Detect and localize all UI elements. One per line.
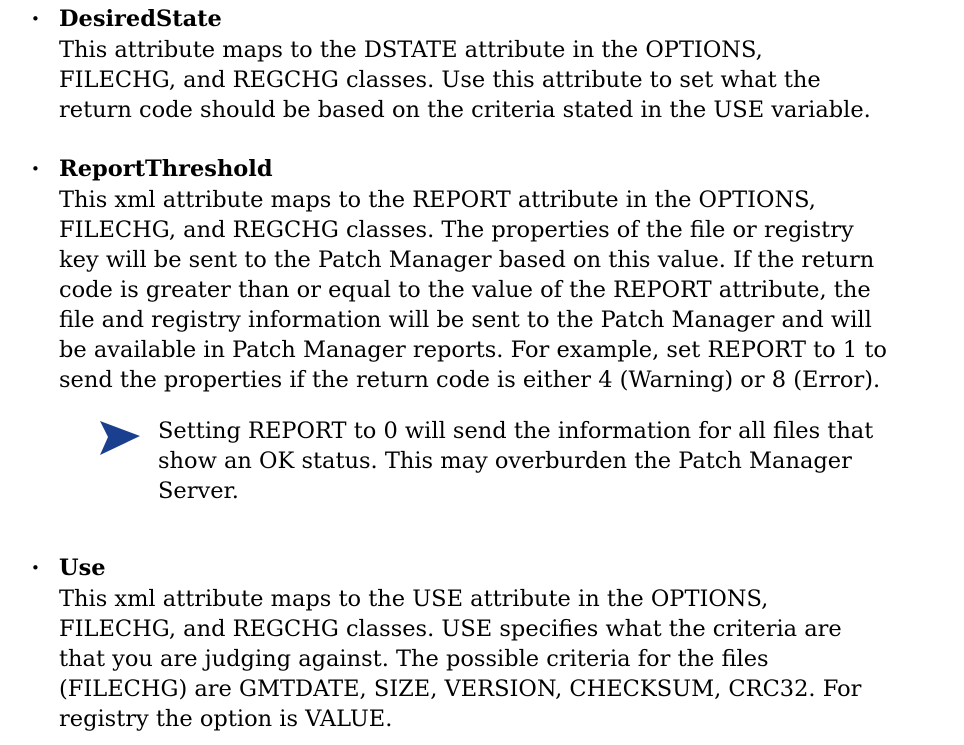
bullet: • [31,559,40,577]
document-page: • DesiredState This attribute maps to th… [0,0,964,745]
description-use: This xml attribute maps to the USE attri… [59,584,959,734]
note-text: Setting REPORT to 0 will send the inform… [158,416,958,506]
description-line: This attribute maps to the DSTATE attrib… [59,37,763,63]
note-line: Server. [158,478,239,504]
description-desiredstate: This attribute maps to the DSTATE attrib… [59,35,959,125]
description-line: FILECHG, and REGCHG classes. Use this at… [59,67,821,93]
term-reportthreshold: ReportThreshold [59,156,273,182]
bullet: • [31,10,40,28]
term-desiredstate: DesiredState [59,6,222,32]
description-line: send the properties if the return code i… [59,367,881,393]
note-line: Setting REPORT to 0 will send the inform… [158,418,874,444]
note-arrow-icon [100,421,140,455]
note-line: show an OK status. This may overburden t… [158,448,852,474]
description-line: This xml attribute maps to the REPORT at… [59,187,816,213]
term-use: Use [59,555,106,581]
description-line: This xml attribute maps to the USE attri… [59,586,769,612]
description-line: registry the option is VALUE. [59,706,393,732]
description-line: file and registry information will be se… [59,307,872,333]
description-line: key will be sent to the Patch Manager ba… [59,247,875,273]
description-line: FILECHG, and REGCHG classes. The propert… [59,217,854,243]
description-line: (FILECHG) are GMTDATE, SIZE, VERSION, CH… [59,676,862,702]
description-line: be available in Patch Manager reports. F… [59,337,887,363]
bullet: • [31,160,40,178]
description-reportthreshold: This xml attribute maps to the REPORT at… [59,185,959,395]
description-line: return code should be based on the crite… [59,97,871,123]
description-line: that you are judging against. The possib… [59,646,769,672]
description-line: code is greater than or equal to the val… [59,277,871,303]
description-line: FILECHG, and REGCHG classes. USE specifi… [59,616,842,642]
